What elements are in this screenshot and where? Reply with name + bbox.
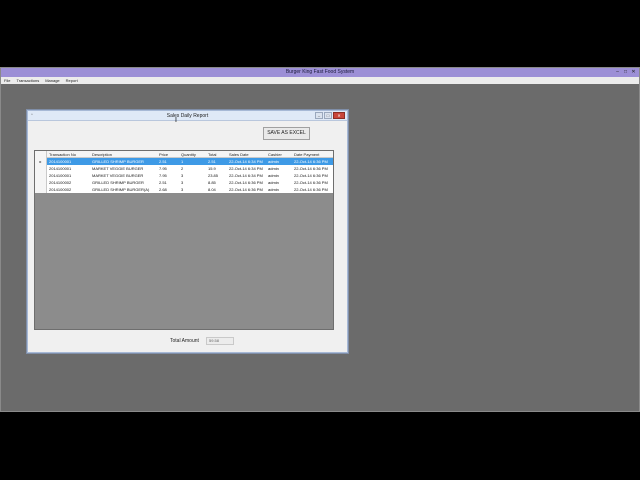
cell-quantity[interactable]: 2 xyxy=(181,165,205,172)
cell-total[interactable]: 8.85 xyxy=(208,179,228,186)
total-amount-label: Total Amount xyxy=(170,338,199,344)
cell-description[interactable]: GRILLED SHRIMP BURGER xyxy=(92,179,154,186)
cell-date-payment[interactable]: 22-Oct-14 6:36 PM xyxy=(294,186,334,193)
menu-bar: File Transactions Manage Report xyxy=(1,77,639,84)
table-row[interactable]: ▸ 2014100001 GRILLED SHRIMP BURGER 2.51 1 2.5… xyxy=(35,158,333,165)
menu-report[interactable]: Report xyxy=(66,77,78,84)
menu-manage[interactable]: Manage xyxy=(45,77,59,84)
column-header-sales-date[interactable]: Sales Date xyxy=(229,151,267,158)
cell-sales-date[interactable]: 22-Oct-14 6:36 PM xyxy=(229,179,267,186)
dialog-maximize-button[interactable]: □ xyxy=(324,112,332,119)
mouse-cursor-icon: I xyxy=(175,117,177,124)
minimize-button[interactable]: – xyxy=(614,69,621,76)
cell-quantity[interactable]: 3 xyxy=(181,172,205,179)
cell-description[interactable]: GRILLED SHRIMP BURGER(A) xyxy=(92,186,154,193)
grid-header: Transaction No Description Price Quantit… xyxy=(35,151,333,158)
table-row[interactable]: 2014100001 MARKET VEGGIE BURGER 7.95 2 15.9 2… xyxy=(35,165,333,172)
screen: Burger King Fast Food System – □ ✕ File … xyxy=(0,0,640,480)
cell-quantity[interactable]: 1 xyxy=(181,158,205,165)
cell-date-payment[interactable]: 22-Oct-14 6:36 PM xyxy=(294,172,334,179)
menu-file[interactable]: File xyxy=(4,77,10,84)
column-header-transaction-no[interactable]: Transaction No xyxy=(49,151,89,158)
cell-sales-date[interactable]: 22-Oct-14 6:34 PM xyxy=(229,158,267,165)
row-header[interactable] xyxy=(35,172,47,179)
column-header-cashier[interactable]: Cashier xyxy=(268,151,292,158)
menu-transactions[interactable]: Transactions xyxy=(16,77,39,84)
maximize-button[interactable]: □ xyxy=(622,69,629,76)
dialog-close-button[interactable]: ✕ xyxy=(333,112,345,119)
column-header-description[interactable]: Description xyxy=(92,151,154,158)
cell-quantity[interactable]: 3 xyxy=(181,186,205,193)
close-button[interactable]: ✕ xyxy=(630,69,637,76)
cell-description[interactable]: GRILLED SHRIMP BURGER xyxy=(92,158,154,165)
cell-cashier[interactable]: admin xyxy=(268,186,292,193)
dialog-titlebar[interactable]: ▫ Sales Daily Report – □ ✕ xyxy=(28,111,347,121)
cell-date-payment[interactable]: 22-Oct-14 6:36 PM xyxy=(294,158,334,165)
sales-data-grid[interactable]: Transaction No Description Price Quantit… xyxy=(34,150,334,330)
main-titlebar: Burger King Fast Food System – □ ✕ xyxy=(1,68,639,77)
cell-sales-date[interactable]: 22-Oct-14 6:36 PM xyxy=(229,186,267,193)
row-header[interactable]: ▸ xyxy=(35,158,47,165)
cell-transaction-no[interactable]: 2014100002 xyxy=(49,179,89,186)
cell-total[interactable]: 23.85 xyxy=(208,172,228,179)
total-amount-field[interactable]: 59.58 xyxy=(206,337,234,345)
column-header-price[interactable]: Price xyxy=(159,151,179,158)
dialog-minimize-button[interactable]: – xyxy=(315,112,323,119)
cell-date-payment[interactable]: 22-Oct-14 6:36 PM xyxy=(294,165,334,172)
main-window-controls: – □ ✕ xyxy=(614,69,637,76)
column-header-quantity[interactable]: Quantity xyxy=(181,151,205,158)
cell-transaction-no[interactable]: 2014100001 xyxy=(49,165,89,172)
cell-cashier[interactable]: admin xyxy=(268,158,292,165)
cell-transaction-no[interactable]: 2014100002 xyxy=(49,186,89,193)
save-as-excel-button[interactable]: SAVE AS EXCEL xyxy=(263,127,310,140)
cell-description[interactable]: MARKET VEGGIE BURGER xyxy=(92,172,154,179)
cell-cashier[interactable]: admin xyxy=(268,172,292,179)
row-header[interactable] xyxy=(35,179,47,186)
cell-price[interactable]: 7.95 xyxy=(159,165,179,172)
cell-price[interactable]: 2.51 xyxy=(159,158,179,165)
row-header[interactable] xyxy=(35,165,47,172)
column-header-total[interactable]: Total xyxy=(208,151,228,158)
sales-daily-report-dialog: ▫ Sales Daily Report – □ ✕ SAVE AS EXCEL… xyxy=(27,110,348,353)
cell-total[interactable]: 15.9 xyxy=(208,165,228,172)
row-header[interactable] xyxy=(35,186,47,193)
cell-quantity[interactable]: 3 xyxy=(181,179,205,186)
cell-transaction-no[interactable]: 2014100001 xyxy=(49,172,89,179)
cell-sales-date[interactable]: 22-Oct-14 6:34 PM xyxy=(229,172,267,179)
cell-price[interactable]: 2.51 xyxy=(159,179,179,186)
cell-total[interactable]: 2.51 xyxy=(208,158,228,165)
cell-cashier[interactable]: admin xyxy=(268,165,292,172)
row-header-corner xyxy=(35,151,47,158)
cell-sales-date[interactable]: 22-Oct-14 6:34 PM xyxy=(229,165,267,172)
table-row[interactable]: 2014100001 MARKET VEGGIE BURGER 7.95 3 23.85… xyxy=(35,172,333,179)
dialog-controls: – □ ✕ xyxy=(315,112,345,119)
cell-total[interactable]: 8.04 xyxy=(208,186,228,193)
cell-price[interactable]: 2.68 xyxy=(159,186,179,193)
table-row[interactable]: 2014100002 GRILLED SHRIMP BURGER 2.51 3 8.85… xyxy=(35,179,333,186)
cell-description[interactable]: MARKET VEGGIE BURGER xyxy=(92,165,154,172)
table-row[interactable]: 2014100002 GRILLED SHRIMP BURGER(A) 2.68 3 8… xyxy=(35,186,333,193)
dialog-title: Sales Daily Report xyxy=(166,113,209,119)
main-window-title: Burger King Fast Food System xyxy=(285,69,355,75)
cell-cashier[interactable]: admin xyxy=(268,179,292,186)
cell-date-payment[interactable]: 22-Oct-14 6:36 PM xyxy=(294,179,334,186)
cell-price[interactable]: 7.95 xyxy=(159,172,179,179)
grid-empty-area xyxy=(35,193,333,329)
column-header-date-payment[interactable]: Date Payment xyxy=(294,151,334,158)
cell-transaction-no[interactable]: 2014100001 xyxy=(49,158,89,165)
